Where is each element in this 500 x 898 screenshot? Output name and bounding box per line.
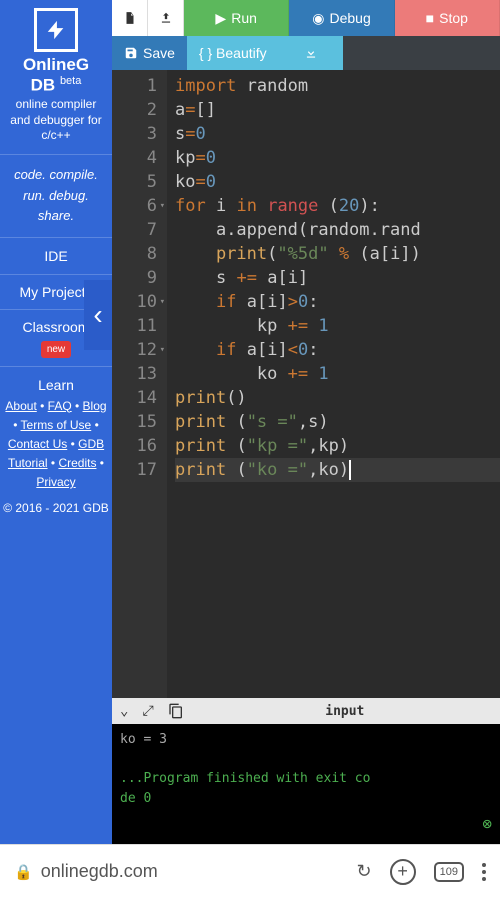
console-expand-icon[interactable]: ⤢ (142, 703, 153, 719)
toolbar-secondary: Save { } Beautify (112, 36, 500, 70)
console-output[interactable]: ko = 3 ...Program finished with exit co … (112, 724, 500, 844)
bolt-icon (45, 19, 67, 41)
nav-ide[interactable]: IDE (0, 238, 112, 275)
console-panel: ⌄ ⤢ input ko = 3 ...Program finished wit… (112, 698, 500, 844)
brand-tagline: online compiler and debugger for c/c++ (0, 95, 112, 154)
collapse-sidebar-button[interactable] (84, 280, 112, 350)
reload-icon[interactable]: ↻ (357, 861, 372, 882)
toolbar-primary: ▶Run ◉Debug ■Stop (112, 0, 500, 36)
copyright: © 2016 - 2021 GDB (0, 495, 112, 523)
new-file-button[interactable] (112, 0, 148, 36)
beautify-button[interactable]: { } Beautify (187, 36, 279, 70)
main: ▶Run ◉Debug ■Stop Save { } Beautify 1234… (112, 0, 500, 844)
save-icon (124, 46, 138, 60)
brand-title: OnlineG DB beta (0, 56, 112, 95)
code-area[interactable]: import randoma=[]s=0kp=0ko=0for i in ran… (167, 70, 500, 698)
stop-button[interactable]: ■Stop (395, 0, 500, 36)
code-editor[interactable]: 1234567891011121314151617 import randoma… (112, 70, 500, 698)
play-icon: ▶ (215, 10, 226, 27)
new-badge: new (41, 341, 71, 358)
save-button[interactable]: Save (112, 36, 187, 70)
address-bar[interactable]: 🔒 onlinegdb.com (14, 861, 339, 882)
target-icon: ◉ (312, 10, 324, 27)
console-collapse-icon[interactable]: ⌄ (120, 703, 128, 719)
nav-learn[interactable]: Learn (0, 367, 112, 395)
tab-count[interactable]: 109 (434, 862, 464, 882)
file-icon (123, 11, 137, 25)
console-title: input (198, 704, 492, 719)
download-icon (304, 46, 318, 60)
footer-links[interactable]: About • FAQ • Blog • Terms of Use • Cont… (0, 395, 112, 495)
console-header: ⌄ ⤢ input (112, 698, 500, 724)
debug-button[interactable]: ◉Debug (289, 0, 394, 36)
upload-icon (159, 11, 173, 25)
download-button[interactable] (279, 36, 343, 70)
line-gutter: 1234567891011121314151617 (112, 70, 167, 698)
upload-button[interactable] (148, 0, 184, 36)
browser-bar: 🔒 onlinegdb.com ↻ + 109 (0, 844, 500, 898)
run-button[interactable]: ▶Run (184, 0, 289, 36)
url-text: onlinegdb.com (41, 861, 158, 882)
stop-icon: ■ (426, 10, 434, 26)
console-close-icon[interactable]: ⊗ (482, 812, 492, 836)
logo[interactable] (0, 0, 112, 56)
browser-menu-icon[interactable] (482, 863, 486, 881)
copy-icon[interactable] (168, 703, 184, 719)
sidebar: OnlineG DB beta online compiler and debu… (0, 0, 112, 844)
lock-icon: 🔒 (14, 863, 33, 881)
slogan: code. compile. run. debug. share. (0, 154, 112, 238)
new-tab-button[interactable]: + (390, 859, 416, 885)
